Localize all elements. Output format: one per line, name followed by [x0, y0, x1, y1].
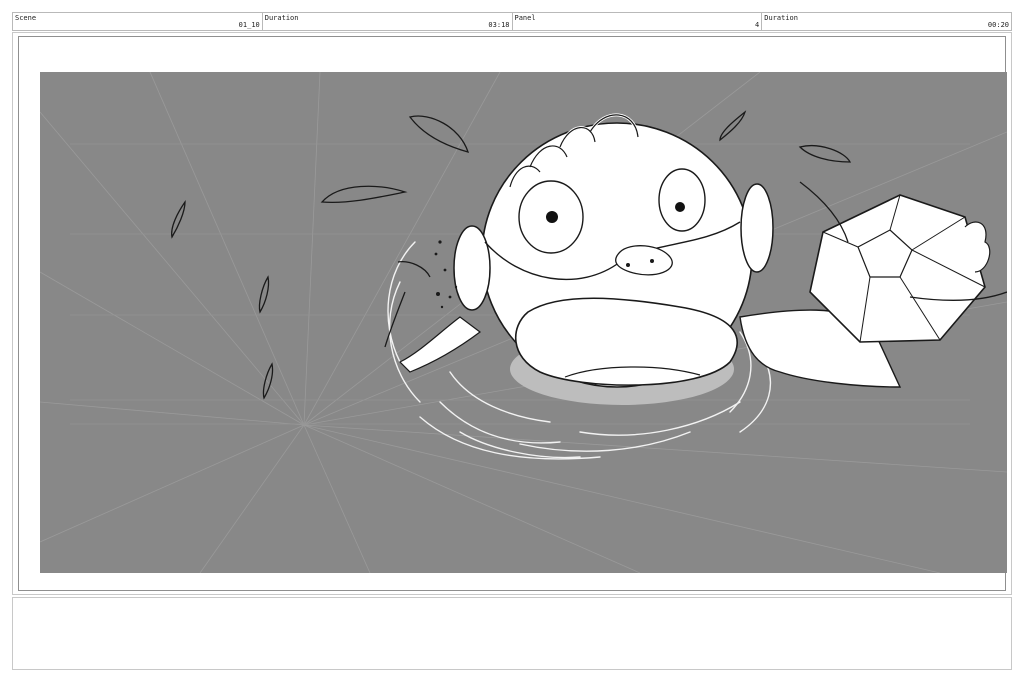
- panel-notes-box[interactable]: [12, 597, 1012, 670]
- header-value-panel-duration: 00:20: [987, 21, 1009, 29]
- nostril-left: [626, 263, 630, 267]
- nostril-right: [650, 259, 654, 263]
- right-ear: [740, 183, 774, 273]
- header-label-scene-duration: Duration: [264, 14, 299, 22]
- header-cell-scene-duration: Duration 03:18: [263, 13, 513, 30]
- right-eye: [658, 168, 706, 232]
- header-label-panel: Panel: [514, 14, 536, 22]
- header-cell-panel: Panel 4: [513, 13, 763, 30]
- panel-drawing: [40, 72, 1007, 573]
- storyboard-page: Scene 01_10 Duration 03:18 Panel 4 Durat…: [0, 0, 1024, 683]
- header-value-scene-duration: 03:18: [488, 21, 510, 29]
- panel-header: Scene 01_10 Duration 03:18 Panel 4 Durat…: [12, 12, 1012, 31]
- header-value-panel: 4: [755, 21, 760, 29]
- header-value-scene: 01_10: [238, 21, 260, 29]
- left-pupil: [546, 211, 558, 223]
- left-ear: [453, 225, 491, 311]
- header-label-panel-duration: Duration: [764, 14, 798, 22]
- header-cell-scene: Scene 01_10: [13, 13, 263, 30]
- header-label-scene: Scene: [15, 14, 37, 22]
- header-cell-panel-duration: Duration 00:20: [762, 13, 1011, 30]
- right-pupil: [675, 202, 685, 212]
